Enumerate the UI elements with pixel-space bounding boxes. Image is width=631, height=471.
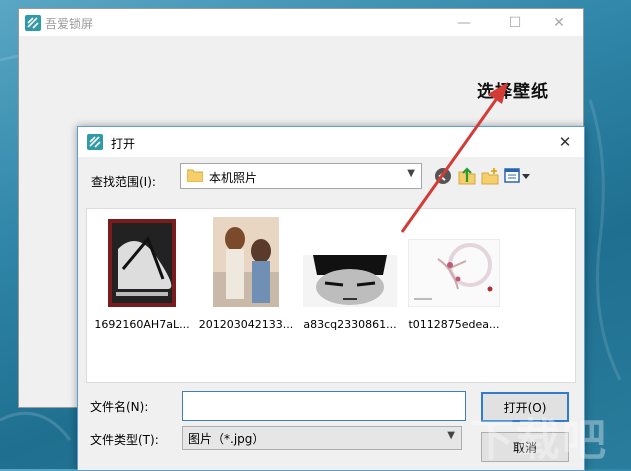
maximize-button[interactable]: ☐ [495,9,535,36]
file-list: 1692160AH7aL... 201203042133... a83cq233… [86,208,576,383]
new-folder-icon[interactable] [481,167,499,185]
dialog-titlebar: 打开 ✕ [78,127,584,157]
minimize-button[interactable]: — [444,9,484,36]
app-logo-icon [87,134,103,150]
file-item[interactable]: 1692160AH7aL... [92,217,192,333]
filetype-value: 图片（*.jpg） [188,432,265,446]
file-name: 201203042133... [198,318,294,331]
folder-icon [187,169,203,182]
file-thumbnail [108,219,176,307]
file-thumbnail [303,255,397,307]
view-menu-icon[interactable] [504,167,532,185]
dialog-close-button[interactable]: ✕ [553,131,577,153]
file-name: 1692160AH7aL... [94,318,190,331]
main-titlebar: 吾爱锁屏 — ☐ ✕ [19,9,583,36]
filename-input[interactable] [182,391,466,421]
filename-label: 文件名(N): [90,400,149,414]
file-name: t0112875edea... [408,318,500,331]
filetype-label: 文件类型(T): [90,433,159,447]
close-button[interactable]: ✕ [539,9,579,36]
lookin-value: 本机照片 [209,171,258,185]
up-folder-icon[interactable] [458,167,476,185]
file-thumbnail [408,239,500,307]
select-wallpaper-annotation: 选择壁纸 [477,82,549,102]
watermark-logo: 下载吧 [470,415,608,466]
file-item[interactable]: 201203042133... [196,217,296,333]
chevron-down-icon: ▼ [407,168,415,179]
app-logo-icon [25,15,41,31]
filetype-dropdown[interactable]: 图片（*.jpg） ▼ [182,426,462,450]
dialog-title: 打开 [111,137,136,151]
lookin-label: 查找范围(I): [91,175,156,189]
back-icon[interactable] [434,167,452,185]
lookin-dropdown[interactable]: 本机照片 ▼ [180,163,422,189]
file-item[interactable]: a83cq2330861... [300,217,400,333]
chevron-down-icon: ▼ [447,430,455,441]
file-thumbnail [213,217,279,307]
window-title: 吾爱锁屏 [45,17,94,31]
file-item[interactable]: t0112875edea... [404,217,504,333]
file-name: a83cq2330861... [303,318,397,331]
